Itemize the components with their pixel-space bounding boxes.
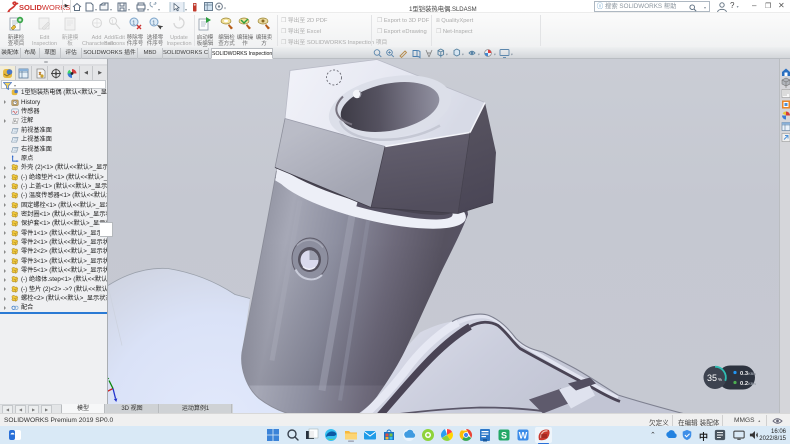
svg-text:1: 1 [152, 20, 155, 26]
svg-text:▾: ▾ [224, 6, 226, 11]
svg-text:1: 1 [132, 20, 135, 26]
svg-text:▾: ▾ [95, 7, 97, 12]
svg-text:▾: ▾ [446, 53, 448, 57]
svg-text:W: W [519, 431, 528, 441]
svg-text:▾: ▾ [128, 7, 130, 12]
svg-text:S: S [501, 431, 507, 441]
svg-text:35: 35 [707, 373, 717, 383]
svg-text:%: % [718, 377, 722, 382]
svg-text:▾: ▾ [185, 7, 187, 12]
svg-text:▾: ▾ [158, 7, 160, 12]
svg-text:▾: ▾ [462, 53, 464, 57]
svg-text:▾: ▾ [494, 53, 496, 57]
svg-text:▾: ▾ [147, 7, 149, 12]
svg-text:▾: ▾ [511, 53, 513, 57]
svg-text:▾: ▾ [110, 7, 112, 12]
svg-text:1: 1 [111, 20, 114, 26]
svg-text:▾: ▾ [478, 53, 480, 57]
